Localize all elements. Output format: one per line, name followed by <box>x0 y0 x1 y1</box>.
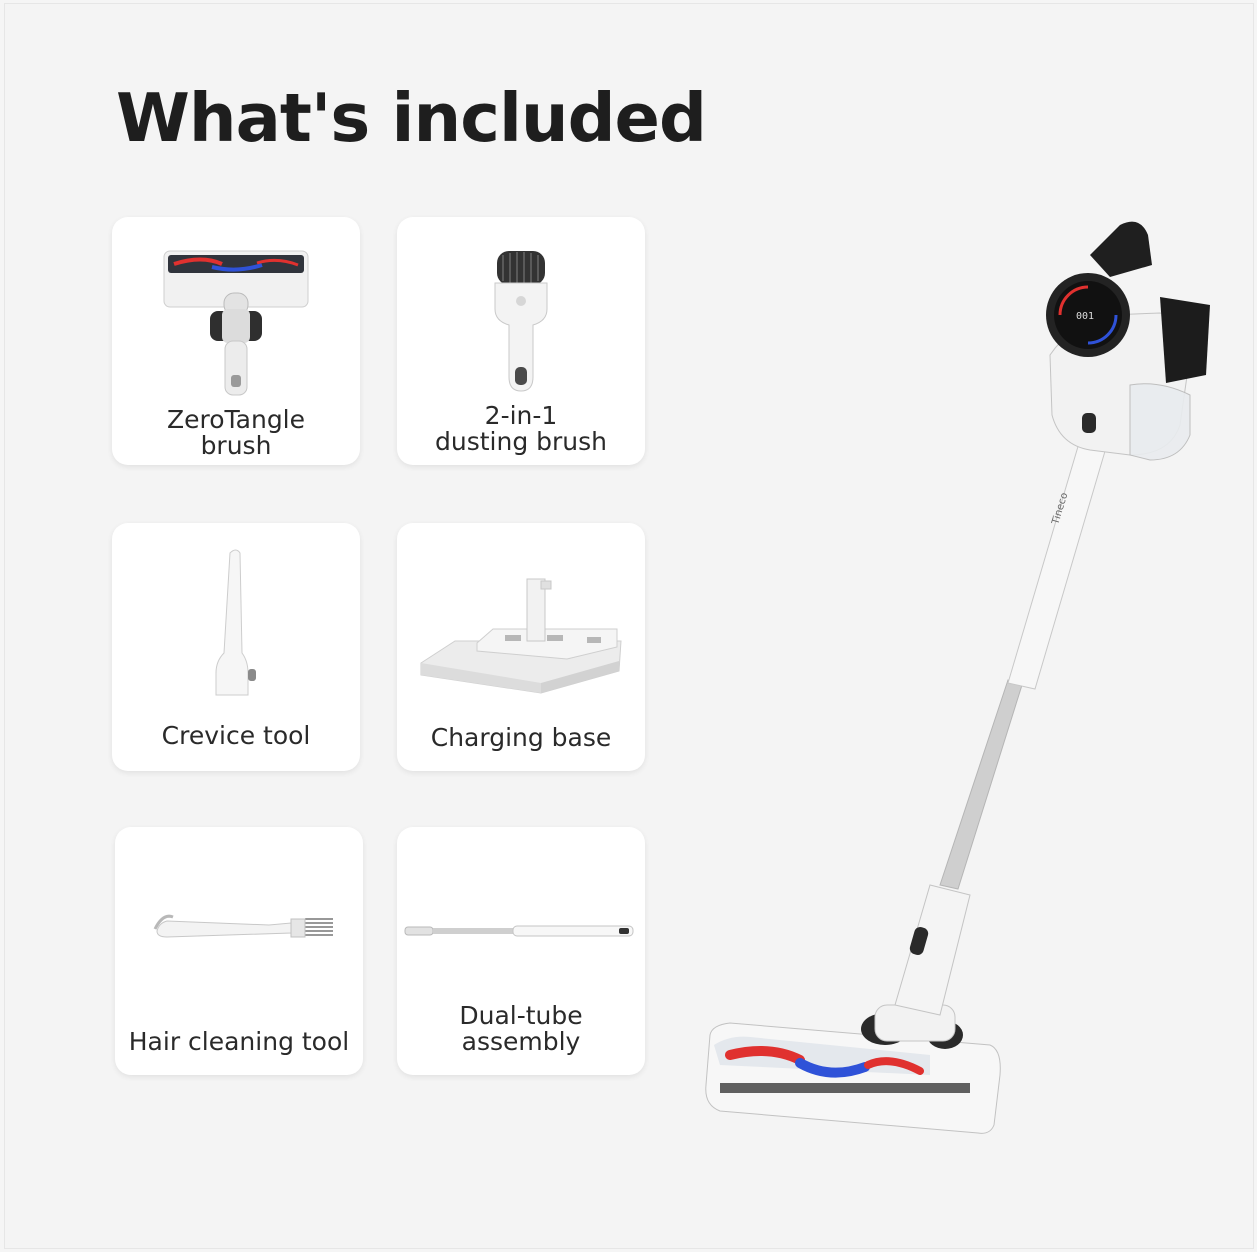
label-line: 2-in-1 <box>484 401 558 430</box>
card-label: Hair cleaning tool <box>115 1029 363 1055</box>
card-label: Dual-tube assembly <box>397 1003 645 1055</box>
label-line: dusting brush <box>434 427 607 456</box>
label-line: Dual-tube <box>459 1001 583 1030</box>
card-label: 2-in-1 dusting brush <box>397 403 645 455</box>
label-line: assembly <box>461 1027 581 1056</box>
card-label: Charging base <box>397 725 645 751</box>
card-hair-cleaning-tool: Hair cleaning tool <box>115 827 363 1075</box>
label-line: Charging base <box>430 723 612 752</box>
label-line: Crevice tool <box>161 721 311 750</box>
card-dusting-brush: 2-in-1 dusting brush <box>397 217 645 465</box>
card-charging-base: Charging base <box>397 523 645 771</box>
card-label: Crevice tool <box>112 723 360 749</box>
stick-vacuum-image: Tineco 001 <box>705 221 1210 1134</box>
card-label: ZeroTangle brush <box>112 407 360 459</box>
card-dual-tube: Dual-tube assembly <box>397 827 645 1075</box>
label-line: ZeroTangle <box>166 405 306 434</box>
display-readout: 001 <box>1076 311 1094 322</box>
card-zerotangle-brush: ZeroTangle brush <box>112 217 360 465</box>
page-title: What's included <box>116 79 707 157</box>
card-crevice-tool: Crevice tool <box>112 523 360 771</box>
label-line: brush <box>200 431 272 460</box>
label-line: Hair cleaning tool <box>128 1027 350 1056</box>
